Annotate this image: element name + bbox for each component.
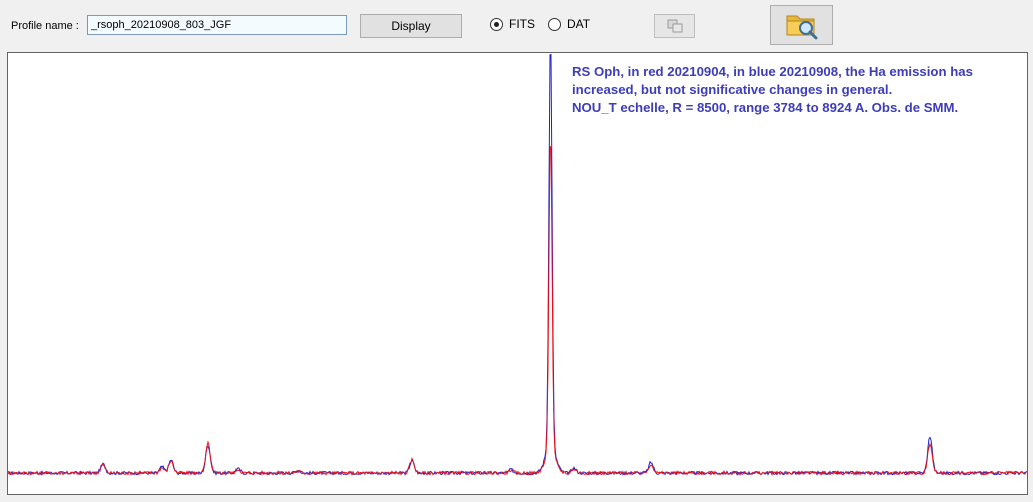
display-button[interactable]: Display bbox=[360, 14, 462, 38]
profile-name-label: Profile name : bbox=[11, 20, 79, 32]
radio-fits-indicator[interactable] bbox=[490, 17, 503, 31]
radio-fits-label: FITS bbox=[509, 17, 535, 31]
annotation-line-2: increased, but not significative changes… bbox=[572, 82, 893, 97]
radio-dat-indicator[interactable] bbox=[548, 17, 561, 31]
radio-dat-label: DAT bbox=[567, 17, 591, 31]
annotation-line-3: NOU_T echelle, R = 8500, range 3784 to 8… bbox=[572, 100, 959, 115]
profile-name-input[interactable] bbox=[87, 15, 347, 35]
folder-search-icon bbox=[786, 15, 817, 40]
spectrum-line-blue bbox=[8, 54, 1027, 477]
annotation-line-1: RS Oph, in red 20210904, in blue 2021090… bbox=[572, 64, 973, 79]
copy-button[interactable] bbox=[654, 14, 695, 38]
radio-dat[interactable]: DAT bbox=[548, 17, 590, 31]
copy-windows-icon bbox=[667, 19, 682, 33]
radio-fits[interactable]: FITS bbox=[490, 17, 535, 31]
spectrum-plot[interactable]: RS Oph, in red 20210904, in blue 2021090… bbox=[7, 52, 1028, 495]
spectrum-chart bbox=[8, 54, 1027, 477]
plot-annotation: RS Oph, in red 20210904, in blue 2021090… bbox=[572, 63, 1027, 117]
spectrum-line-red bbox=[8, 145, 1027, 477]
open-profile-button[interactable] bbox=[770, 5, 833, 45]
